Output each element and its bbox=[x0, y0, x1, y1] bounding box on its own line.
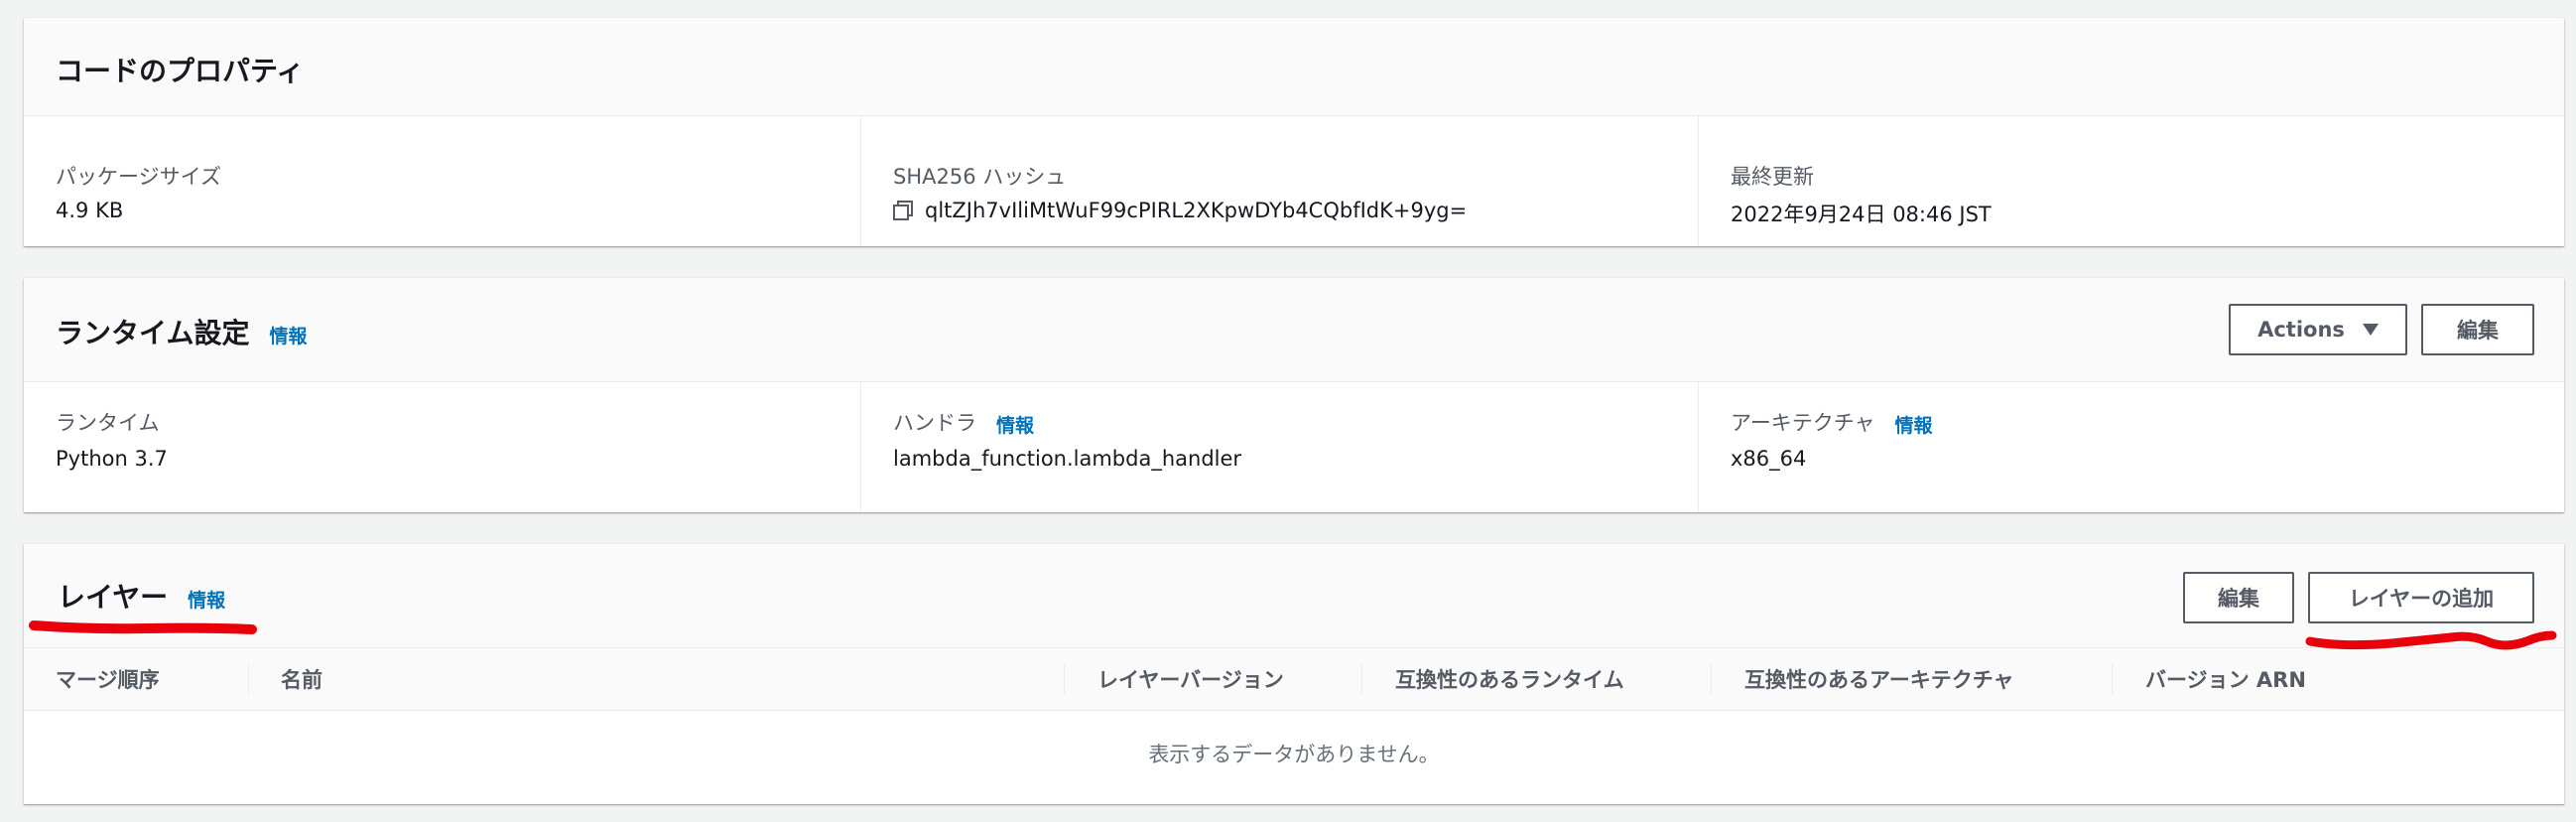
column-separator[interactable] bbox=[248, 664, 249, 694]
caret-down-icon bbox=[2362, 324, 2379, 336]
column-header-version-arn[interactable]: バージョン ARN bbox=[2145, 648, 2306, 710]
layers-header: レイヤー 情報 編集 レイヤーの追加 bbox=[24, 544, 2564, 647]
layers-title: レイヤー 情報 bbox=[58, 576, 225, 616]
handler-label-text: ハンドラ bbox=[893, 411, 976, 435]
package-size-value: 4.9 KB bbox=[56, 199, 124, 222]
package-size-field: パッケージサイズ 4.9 KB bbox=[24, 115, 860, 246]
actions-button-label: Actions bbox=[2257, 318, 2345, 342]
handler-label: ハンドラ 情報 bbox=[893, 407, 1034, 438]
column-header-merge-order[interactable]: マージ順序 bbox=[56, 648, 160, 710]
column-header-name[interactable]: 名前 bbox=[281, 648, 322, 710]
architecture-label: アーキテクチャ 情報 bbox=[1731, 407, 1933, 438]
column-separator[interactable] bbox=[1711, 664, 1712, 694]
runtime-settings-title: ランタイム設定 情報 bbox=[56, 312, 307, 351]
edit-layers-button[interactable]: 編集 bbox=[2183, 572, 2294, 623]
column-separator[interactable] bbox=[1064, 664, 1065, 694]
runtime-settings-panel: ランタイム設定 情報 Actions 編集 ランタイム Python 3.7 ハン… bbox=[24, 278, 2564, 512]
copy-icon[interactable] bbox=[891, 199, 915, 222]
column-header-compatible-architectures[interactable]: 互換性のあるアーキテクチャ bbox=[1744, 648, 2014, 710]
architecture-label-text: アーキテクチャ bbox=[1731, 411, 1875, 435]
column-header-layer-version[interactable]: レイヤーバージョン bbox=[1097, 648, 1284, 710]
layers-panel: レイヤー 情報 編集 レイヤーの追加 マージ順序 名前 レイヤーバージョン 互換性… bbox=[24, 544, 2564, 804]
architecture-info-link[interactable]: 情報 bbox=[1895, 415, 1933, 437]
handler-field: ハンドラ 情報 lambda_function.lambda_handler bbox=[860, 381, 1698, 512]
code-properties-title: コードのプロパティ bbox=[56, 55, 305, 87]
code-properties-header: コードのプロパティ bbox=[24, 18, 2564, 116]
sha256-field: SHA256 ハッシュ qltZJh7vIliMtWuF99cPIRL2XKpw… bbox=[860, 115, 1698, 246]
runtime-value: Python 3.7 bbox=[56, 447, 168, 471]
runtime-settings-header: ランタイム設定 情報 Actions 編集 bbox=[24, 278, 2564, 382]
code-properties-panel: コードのプロパティ パッケージサイズ 4.9 KB SHA256 ハッシュ ql… bbox=[24, 18, 2564, 246]
runtime-field: ランタイム Python 3.7 bbox=[24, 381, 860, 512]
sha256-label: SHA256 ハッシュ bbox=[893, 165, 1067, 189]
handler-info-link[interactable]: 情報 bbox=[996, 415, 1034, 437]
package-size-label: パッケージサイズ bbox=[56, 165, 221, 189]
architecture-value: x86_64 bbox=[1731, 447, 1807, 471]
column-header-compatible-runtimes[interactable]: 互換性のあるランタイム bbox=[1395, 648, 1624, 710]
layers-title-text: レイヤー bbox=[58, 581, 169, 614]
add-layer-button[interactable]: レイヤーの追加 bbox=[2308, 572, 2534, 623]
last-modified-field: 最終更新 2022年9月24日 08:46 JST bbox=[1698, 115, 2565, 246]
runtime-label: ランタイム bbox=[56, 411, 160, 435]
last-modified-value: 2022年9月24日 08:46 JST bbox=[1731, 203, 1992, 226]
actions-button[interactable]: Actions bbox=[2229, 304, 2407, 355]
handler-value: lambda_function.lambda_handler bbox=[893, 447, 1242, 471]
sha256-value: qltZJh7vIliMtWuF99cPIRL2XKpwDYb4CQbfIdK+… bbox=[891, 199, 1467, 222]
layers-empty-message: 表示するデータがありません。 bbox=[1148, 743, 1440, 766]
column-separator[interactable] bbox=[1361, 664, 1362, 694]
last-modified-label: 最終更新 bbox=[1731, 165, 1814, 189]
runtime-settings-title-text: ランタイム設定 bbox=[56, 317, 250, 349]
layers-info-link[interactable]: 情報 bbox=[188, 590, 225, 612]
layers-table-header: マージ順序 名前 レイヤーバージョン 互換性のあるランタイム 互換性のあるアーキ… bbox=[24, 647, 2564, 711]
edit-runtime-button[interactable]: 編集 bbox=[2421, 304, 2534, 355]
architecture-field: アーキテクチャ 情報 x86_64 bbox=[1698, 381, 2565, 512]
runtime-settings-info-link[interactable]: 情報 bbox=[269, 326, 307, 347]
column-separator[interactable] bbox=[2112, 664, 2113, 694]
sha256-text: qltZJh7vIliMtWuF99cPIRL2XKpwDYb4CQbfIdK+… bbox=[925, 199, 1468, 222]
